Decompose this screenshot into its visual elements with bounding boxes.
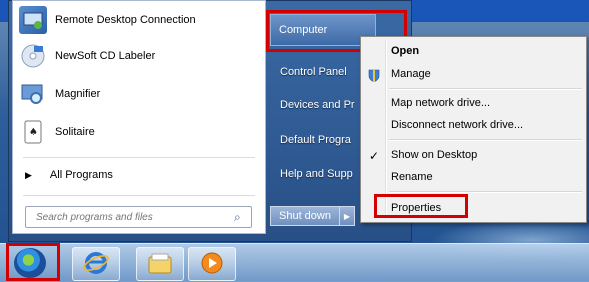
properties-highlight-box xyxy=(374,194,468,218)
media-player-icon xyxy=(200,251,224,278)
svg-text:♠: ♠ xyxy=(29,127,38,138)
shield-icon xyxy=(367,68,381,82)
start-highlight-box xyxy=(6,243,60,281)
separator xyxy=(23,195,255,196)
menu-item-rename[interactable]: Rename xyxy=(391,171,433,183)
menu-item-map-network-drive[interactable]: Map network drive... xyxy=(391,97,490,109)
program-newsoft-cd-labeler[interactable]: NewSoft CD Labeler xyxy=(19,39,259,73)
menu-label: Map network drive... xyxy=(391,97,491,109)
start-menu-help-and-support[interactable]: Help and Supp xyxy=(280,168,353,180)
menu-separator xyxy=(389,88,582,90)
remote-desktop-icon xyxy=(19,6,47,34)
menu-item-open[interactable]: Open xyxy=(391,45,419,57)
shutdown-button[interactable]: Shut down xyxy=(270,206,340,226)
search-input[interactable] xyxy=(34,210,228,224)
menu-item-show-on-desktop[interactable]: Show on Desktop xyxy=(391,149,477,161)
program-label: NewSoft CD Labeler xyxy=(55,50,156,62)
start-menu-programs-pane: Remote Desktop Connection NewSoft CD Lab… xyxy=(12,0,266,234)
checkmark-icon: ✓ xyxy=(368,149,380,163)
program-solitaire[interactable]: ♠ Solitaire xyxy=(19,115,259,149)
menu-label: Disconnect network drive... xyxy=(391,119,524,131)
menu-item-disconnect-network-drive[interactable]: Disconnect network drive... xyxy=(391,119,523,131)
program-remote-desktop[interactable]: Remote Desktop Connection xyxy=(19,3,259,37)
search-box[interactable]: ⌕ xyxy=(25,206,252,228)
menu-item-manage[interactable]: Manage xyxy=(391,68,431,80)
search-icon[interactable]: ⌕ xyxy=(234,210,241,225)
menu-label: Show on Desktop xyxy=(391,149,478,161)
magnifier-icon xyxy=(19,80,47,108)
cd-labeler-icon xyxy=(19,42,47,70)
all-programs-button[interactable]: ▶ All Programs xyxy=(25,169,113,181)
shutdown-label: Shut down xyxy=(279,210,331,222)
start-menu-default-programs[interactable]: Default Progra xyxy=(280,134,351,146)
shutdown-control: Shut down ▶ xyxy=(270,206,355,226)
program-magnifier[interactable]: Magnifier xyxy=(19,77,259,111)
solitaire-icon: ♠ xyxy=(19,118,47,146)
default-programs-label: Default Progra xyxy=(280,134,351,146)
menu-separator xyxy=(389,191,582,193)
start-menu-control-panel[interactable]: Control Panel xyxy=(280,66,347,78)
chevron-right-icon: ▶ xyxy=(343,211,351,221)
windows-explorer-icon xyxy=(147,251,173,278)
devices-label: Devices and Pr xyxy=(280,99,355,111)
menu-label: Manage xyxy=(391,68,431,80)
windows-explorer-button[interactable] xyxy=(136,247,184,281)
menu-label: Rename xyxy=(391,171,433,183)
menu-label: Open xyxy=(391,45,420,57)
internet-explorer-icon xyxy=(83,250,109,279)
separator xyxy=(23,157,255,158)
control-panel-label: Control Panel xyxy=(280,66,347,78)
program-label: Magnifier xyxy=(55,88,101,100)
menu-gutter xyxy=(385,40,387,219)
internet-explorer-button[interactable] xyxy=(72,247,120,281)
all-programs-label: All Programs xyxy=(49,169,113,181)
shutdown-options-button[interactable]: ▶ xyxy=(339,206,355,226)
triangle-right-icon: ▶ xyxy=(25,169,32,180)
media-player-button[interactable] xyxy=(188,247,236,281)
program-label: Remote Desktop Connection xyxy=(55,14,196,26)
program-label: Solitaire xyxy=(55,126,95,138)
help-label: Help and Supp xyxy=(280,168,353,180)
start-menu-devices-and-printers[interactable]: Devices and Pr xyxy=(280,99,355,111)
menu-separator xyxy=(389,139,582,141)
